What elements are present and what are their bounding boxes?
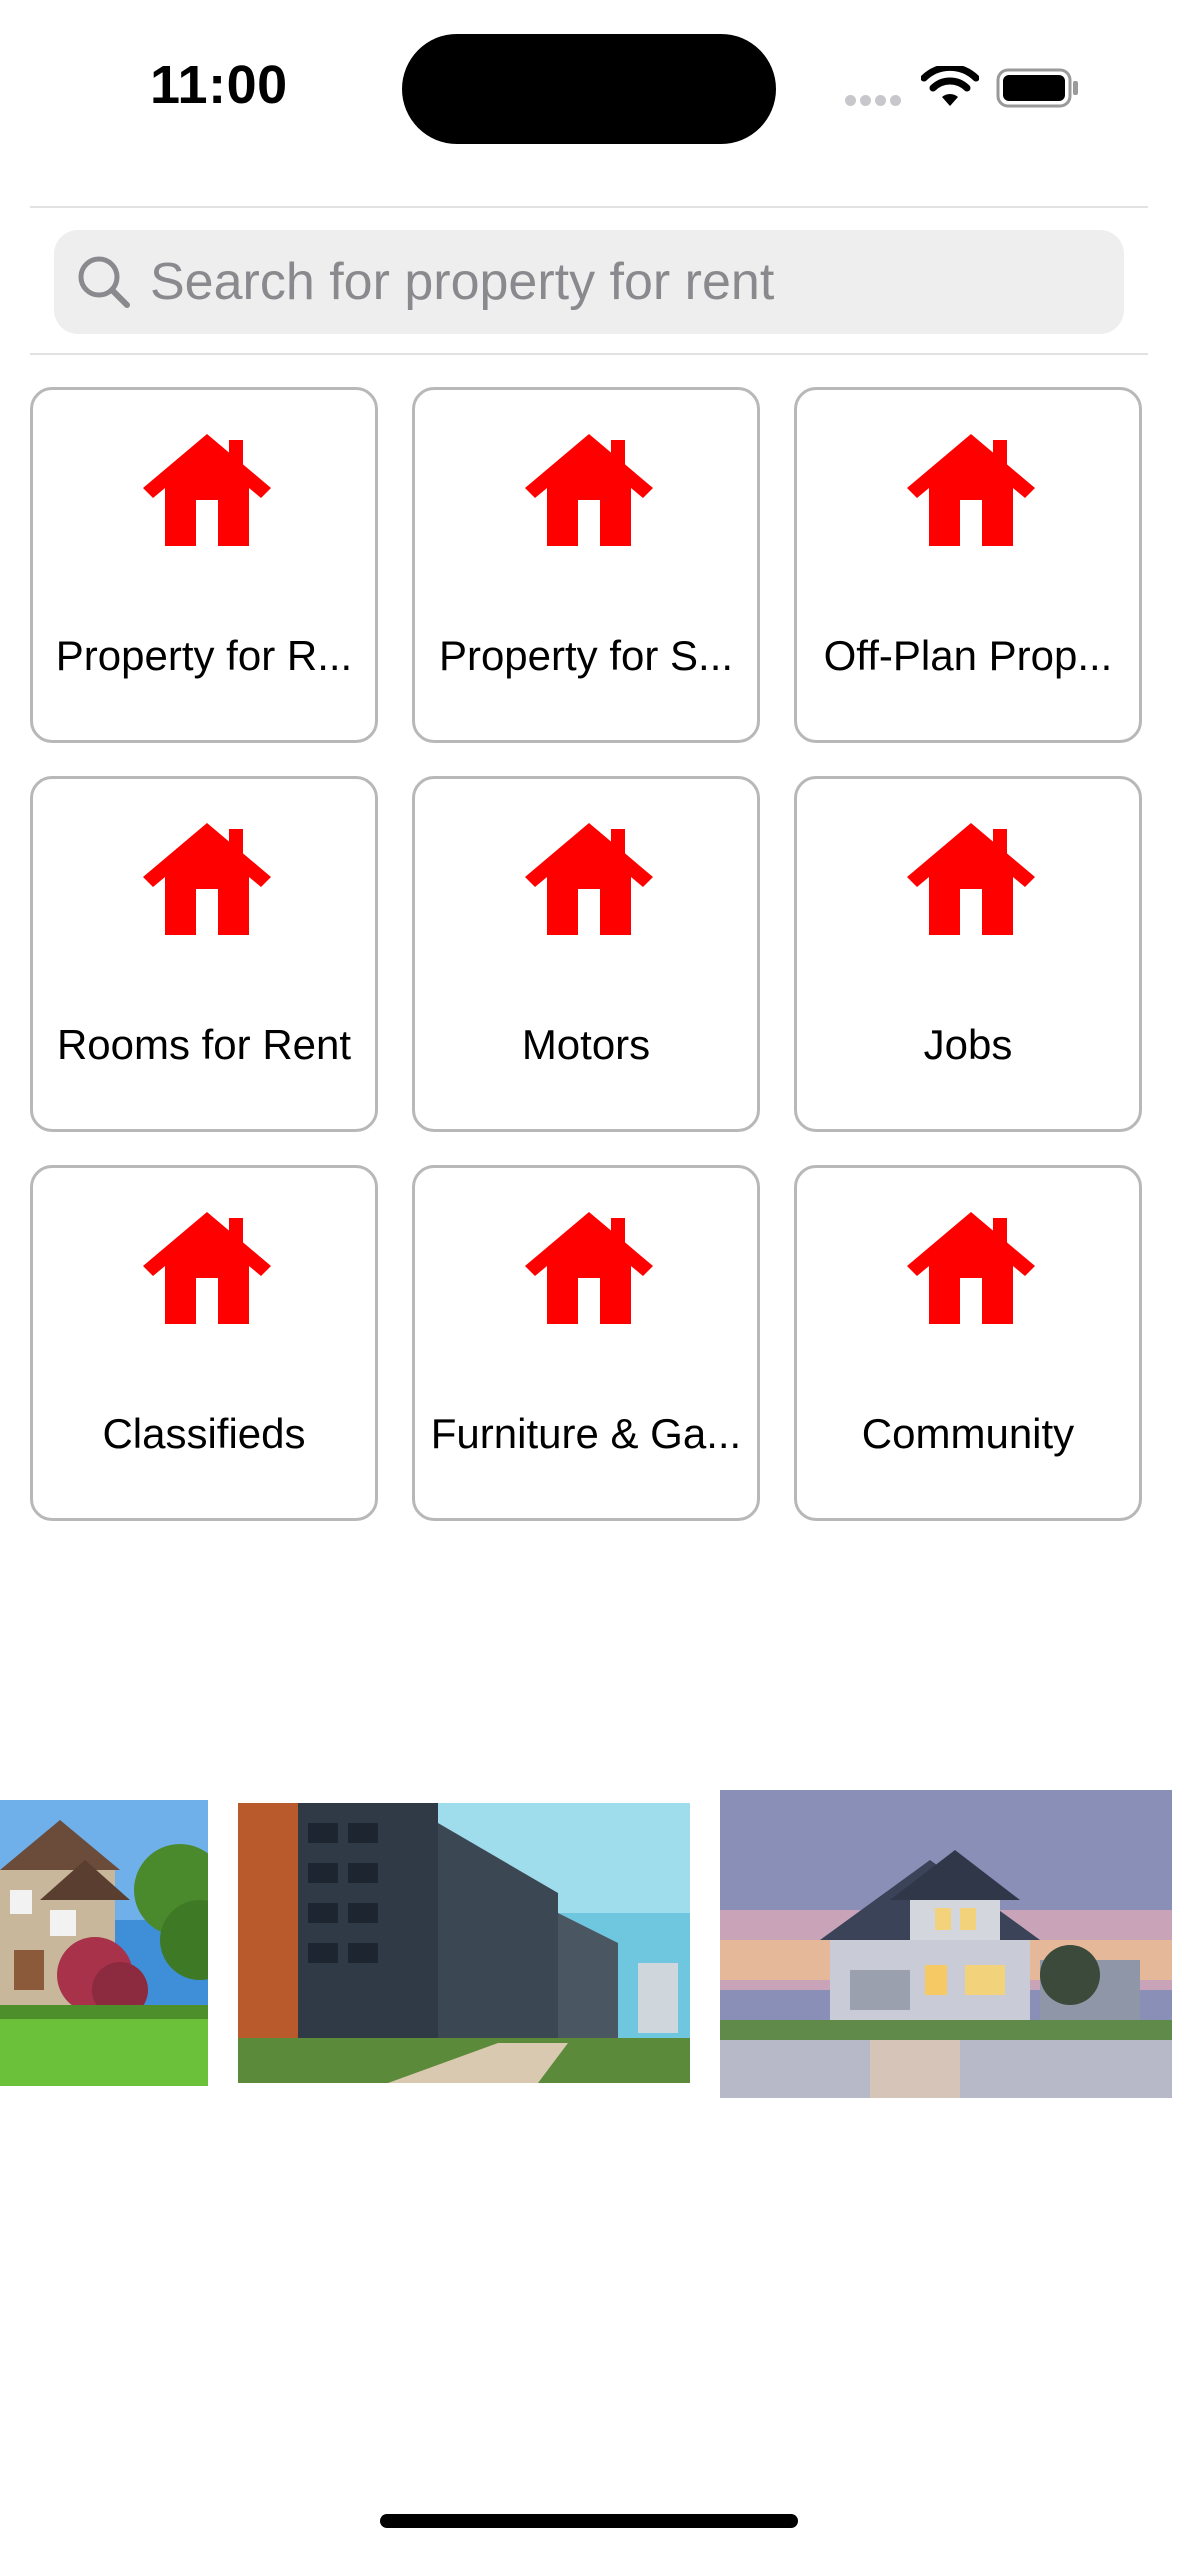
home-indicator[interactable]	[380, 2514, 798, 2528]
battery-icon	[996, 68, 1078, 108]
category-label: Furniture & Ga...	[430, 1410, 742, 1457]
house-icon	[525, 823, 653, 935]
carousel-photo-house[interactable]	[0, 1800, 208, 2086]
status-time: 11:00	[150, 55, 288, 115]
carousel-photo-house-dusk[interactable]	[720, 1790, 1172, 2098]
category-tile-community[interactable]: Community	[794, 1165, 1142, 1521]
house-icon	[525, 434, 653, 546]
cellular-signal-icon	[845, 93, 905, 107]
search-icon	[78, 256, 130, 308]
carousel-photo-apartments[interactable]	[238, 1803, 690, 2083]
house-icon	[143, 1212, 271, 1324]
category-tile-off-plan-property[interactable]: Off-Plan Prop...	[794, 387, 1142, 743]
photo-carousel[interactable]	[0, 1790, 1179, 2110]
wifi-icon	[921, 66, 979, 106]
house-icon	[143, 434, 271, 546]
search-input[interactable]	[148, 251, 1092, 313]
category-label: Motors	[521, 1021, 651, 1068]
category-label: Jobs	[923, 1021, 1013, 1068]
category-label: Property for S...	[438, 632, 734, 679]
category-label: Classifieds	[102, 1410, 306, 1457]
search-divider	[30, 353, 1148, 355]
category-label: Property for R...	[55, 632, 353, 679]
house-icon	[143, 823, 271, 935]
category-label: Rooms for Rent	[56, 1021, 352, 1068]
category-label: Community	[861, 1410, 1075, 1457]
category-tile-jobs[interactable]: Jobs	[794, 776, 1142, 1132]
category-tile-rooms-for-rent[interactable]: Rooms for Rent	[30, 776, 378, 1132]
category-tile-motors[interactable]: Motors	[412, 776, 760, 1132]
house-icon	[907, 434, 1035, 546]
house-icon	[907, 823, 1035, 935]
house-icon	[525, 1212, 653, 1324]
category-tile-property-for-sale[interactable]: Property for S...	[412, 387, 760, 743]
search-bar[interactable]	[54, 230, 1124, 334]
category-tile-property-for-rent[interactable]: Property for R...	[30, 387, 378, 743]
dynamic-island	[402, 34, 776, 144]
category-tile-classifieds[interactable]: Classifieds	[30, 1165, 378, 1521]
top-divider	[30, 206, 1148, 208]
category-tile-furniture-garden[interactable]: Furniture & Ga...	[412, 1165, 760, 1521]
category-label: Off-Plan Prop...	[823, 632, 1113, 679]
status-bar: 11:00	[0, 0, 1179, 180]
house-icon	[907, 1212, 1035, 1324]
